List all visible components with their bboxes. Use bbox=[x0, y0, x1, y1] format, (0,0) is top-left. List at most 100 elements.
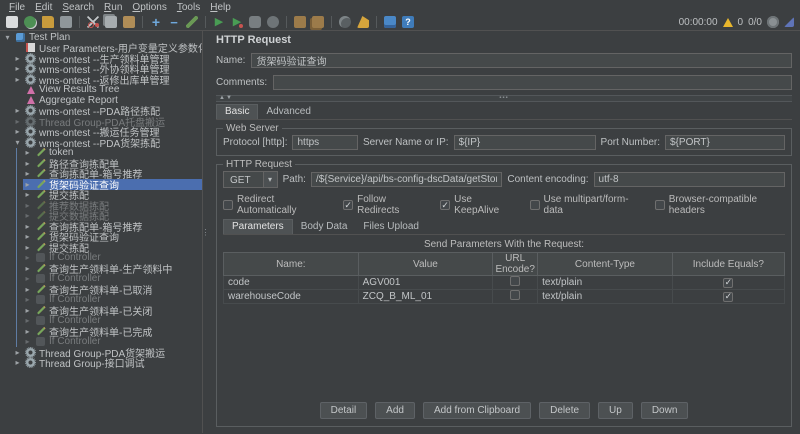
copy-icon[interactable] bbox=[103, 15, 119, 30]
encoding-input[interactable] bbox=[594, 172, 785, 187]
templates-icon[interactable] bbox=[22, 15, 38, 30]
save-icon[interactable] bbox=[58, 15, 74, 30]
start-no-pauses-icon[interactable] bbox=[229, 15, 245, 30]
checkbox-unchecked-icon[interactable] bbox=[510, 276, 520, 286]
clear-icon[interactable] bbox=[292, 15, 308, 30]
method-select[interactable]: GET bbox=[223, 171, 278, 188]
menu-item-tools[interactable]: Tools bbox=[172, 2, 205, 13]
tree-item[interactable]: ▸If Controller bbox=[0, 253, 202, 264]
add-button[interactable]: Add bbox=[375, 402, 415, 419]
tree-item[interactable]: ▾wms-ontest --PDA货架拣配 bbox=[0, 137, 202, 148]
option-redirect-automatically[interactable]: Redirect Automatically bbox=[223, 194, 327, 216]
menu-item-options[interactable]: Options bbox=[127, 2, 171, 13]
tab-body-data[interactable]: Body Data bbox=[293, 220, 356, 234]
tree-item[interactable]: View Results Tree bbox=[0, 85, 202, 96]
tree-item[interactable]: ▸Thread Group-PDA托盘搬运 bbox=[0, 116, 202, 127]
tree-item[interactable]: ▸查询生产领料单-已关闭 bbox=[0, 305, 202, 316]
chevron-right-icon[interactable]: ▸ bbox=[23, 295, 32, 304]
chevron-down-icon[interactable]: ▾ bbox=[13, 138, 22, 147]
paste-icon[interactable] bbox=[121, 15, 137, 30]
chevron-right-icon[interactable]: ▸ bbox=[23, 327, 32, 336]
chevron-right-icon[interactable]: ▸ bbox=[23, 159, 32, 168]
chevron-right-icon[interactable]: ▸ bbox=[23, 274, 32, 283]
checkbox-unchecked-icon[interactable] bbox=[530, 200, 540, 210]
chevron-right-icon[interactable]: ▸ bbox=[23, 201, 32, 210]
tree-item[interactable]: ▸货架码验证查询 bbox=[0, 179, 202, 190]
param-name-cell[interactable]: code bbox=[224, 276, 359, 290]
option-use-multipart-form-data[interactable]: Use multipart/form-data bbox=[530, 194, 639, 216]
tab-basic[interactable]: Basic bbox=[216, 104, 258, 119]
tree-item[interactable]: ▸If Controller bbox=[0, 316, 202, 327]
port-input[interactable] bbox=[665, 135, 785, 150]
chevron-right-icon[interactable]: ▸ bbox=[23, 264, 32, 273]
splitter-collapse-icons[interactable]: ▲▼ bbox=[219, 95, 233, 101]
chevron-right-icon[interactable]: ▸ bbox=[23, 222, 32, 231]
stop-threads-icon[interactable] bbox=[767, 16, 779, 28]
option-browser-compatible-headers[interactable]: Browser-compatible headers bbox=[655, 194, 785, 216]
chevron-right-icon[interactable]: ▸ bbox=[23, 285, 32, 294]
content-type-cell[interactable]: text/plain bbox=[538, 290, 673, 304]
tab-files-upload[interactable]: Files Upload bbox=[355, 220, 427, 234]
checkbox-checked-icon[interactable] bbox=[723, 292, 733, 302]
chevron-right-icon[interactable]: ▸ bbox=[13, 106, 22, 115]
open-file-icon[interactable] bbox=[40, 15, 56, 30]
tree-item[interactable]: ▸If Controller bbox=[0, 274, 202, 285]
tree-item[interactable]: ▸查询生产领料单-生产领料中 bbox=[0, 263, 202, 274]
chevron-right-icon[interactable]: ▸ bbox=[23, 306, 32, 315]
tab-parameters[interactable]: Parameters bbox=[223, 219, 293, 234]
tree-item[interactable]: ▸提交数据拣配 bbox=[0, 211, 202, 222]
menu-item-help[interactable]: Help bbox=[205, 2, 236, 13]
chevron-right-icon[interactable]: ▸ bbox=[23, 253, 32, 262]
panel-splitter[interactable]: ▲▼ ▪▪▪ bbox=[216, 95, 792, 102]
chevron-right-icon[interactable]: ▸ bbox=[23, 169, 32, 178]
tree-item[interactable]: ▸查询生产领料单-已取消 bbox=[0, 284, 202, 295]
checkbox-checked-icon[interactable] bbox=[723, 278, 733, 288]
add-icon[interactable] bbox=[148, 15, 164, 30]
test-plan-tree[interactable]: ▾Test PlanUser Parameters-用户变量定义参数化▸wms-… bbox=[0, 31, 202, 433]
up-button[interactable]: Up bbox=[598, 402, 633, 419]
chevron-right-icon[interactable]: ▸ bbox=[13, 64, 22, 73]
tab-advanced[interactable]: Advanced bbox=[258, 105, 318, 119]
param-value-cell[interactable]: ZCQ_B_ML_01 bbox=[358, 290, 493, 304]
comments-input[interactable] bbox=[273, 75, 792, 90]
clear-all-icon[interactable] bbox=[310, 15, 326, 30]
toggle-icon[interactable] bbox=[184, 15, 200, 30]
help-icon[interactable] bbox=[400, 15, 416, 30]
chevron-down-icon[interactable]: ▾ bbox=[3, 33, 12, 42]
param-value-cell[interactable]: AGV001 bbox=[358, 276, 493, 290]
chevron-right-icon[interactable]: ▸ bbox=[13, 75, 22, 84]
chevron-right-icon[interactable]: ▸ bbox=[23, 316, 32, 325]
chevron-down-icon[interactable] bbox=[263, 171, 278, 188]
path-input[interactable] bbox=[311, 172, 502, 187]
option-use-keepalive[interactable]: Use KeepAlive bbox=[440, 194, 513, 216]
cut-icon[interactable] bbox=[85, 15, 101, 30]
tree-item[interactable]: ▸查询生产领料单-已完成 bbox=[0, 326, 202, 337]
menu-item-run[interactable]: Run bbox=[99, 2, 127, 13]
detail-button[interactable]: Detail bbox=[320, 402, 368, 419]
start-icon[interactable] bbox=[211, 15, 227, 30]
chevron-right-icon[interactable]: ▸ bbox=[23, 243, 32, 252]
menu-item-search[interactable]: Search bbox=[57, 2, 99, 13]
chevron-right-icon[interactable]: ▸ bbox=[23, 148, 32, 157]
menu-item-file[interactable]: File bbox=[4, 2, 30, 13]
shutdown-icon[interactable] bbox=[265, 15, 281, 30]
chevron-right-icon[interactable]: ▸ bbox=[13, 348, 22, 357]
remove-icon[interactable] bbox=[166, 15, 182, 30]
checkbox-unchecked-icon[interactable] bbox=[655, 200, 665, 210]
add-from-clipboard-button[interactable]: Add from Clipboard bbox=[423, 402, 531, 419]
checkbox-checked-icon[interactable] bbox=[343, 200, 353, 210]
search-icon[interactable] bbox=[337, 15, 353, 30]
tree-item[interactable]: ▸货架码验证查询 bbox=[0, 232, 202, 243]
chevron-right-icon[interactable]: ▸ bbox=[23, 337, 32, 346]
param-name-cell[interactable]: warehouseCode bbox=[224, 290, 359, 304]
chevron-right-icon[interactable]: ▸ bbox=[23, 232, 32, 241]
menu-item-edit[interactable]: Edit bbox=[30, 2, 57, 13]
checkbox-unchecked-icon[interactable] bbox=[223, 200, 233, 210]
content-type-cell[interactable]: text/plain bbox=[538, 276, 673, 290]
chevron-right-icon[interactable]: ▸ bbox=[23, 211, 32, 220]
function-helper-icon[interactable] bbox=[382, 15, 398, 30]
tree-item[interactable]: ▸If Controller bbox=[0, 295, 202, 306]
stop-icon[interactable] bbox=[247, 15, 263, 30]
option-follow-redirects[interactable]: Follow Redirects bbox=[343, 194, 424, 216]
chevron-right-icon[interactable]: ▸ bbox=[13, 117, 22, 126]
